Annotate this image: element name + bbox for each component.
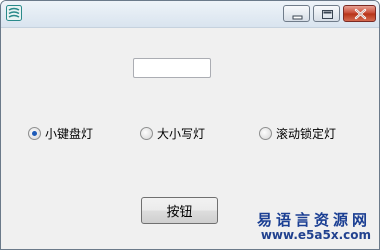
close-icon xyxy=(354,8,367,20)
minimize-button[interactable] xyxy=(283,5,310,22)
close-button[interactable] xyxy=(343,5,376,22)
app-icon[interactable] xyxy=(6,5,22,21)
watermark-url: www.e5a5x.com xyxy=(260,228,371,243)
watermark-site-name: 易语言资源网 xyxy=(256,210,371,229)
radio-label: 小键盘灯 xyxy=(45,126,94,141)
minimize-icon xyxy=(292,15,303,20)
radio-numlock[interactable]: 小键盘灯 xyxy=(28,125,93,141)
radio-scrolllock[interactable]: 滚动锁定灯 xyxy=(259,125,336,141)
radio-label: 大小写灯 xyxy=(157,126,206,141)
edit-box[interactable] xyxy=(133,58,211,78)
title-bar[interactable] xyxy=(1,1,379,28)
main-window: 小键盘灯 大小写灯 滚动锁定灯 按钮 易语言资源网 www.e5a5x.com xyxy=(0,0,380,250)
action-button[interactable]: 按钮 xyxy=(141,197,218,224)
radio-capslock[interactable]: 大小写灯 xyxy=(140,125,205,141)
watermark: 易语言资源网 www.e5a5x.com xyxy=(256,210,371,243)
radio-indicator[interactable] xyxy=(28,126,41,140)
maximize-button[interactable] xyxy=(313,5,340,22)
radio-indicator[interactable] xyxy=(259,126,272,140)
radio-indicator[interactable] xyxy=(140,126,153,140)
radio-label: 滚动锁定灯 xyxy=(276,126,337,141)
maximize-icon xyxy=(322,10,333,19)
